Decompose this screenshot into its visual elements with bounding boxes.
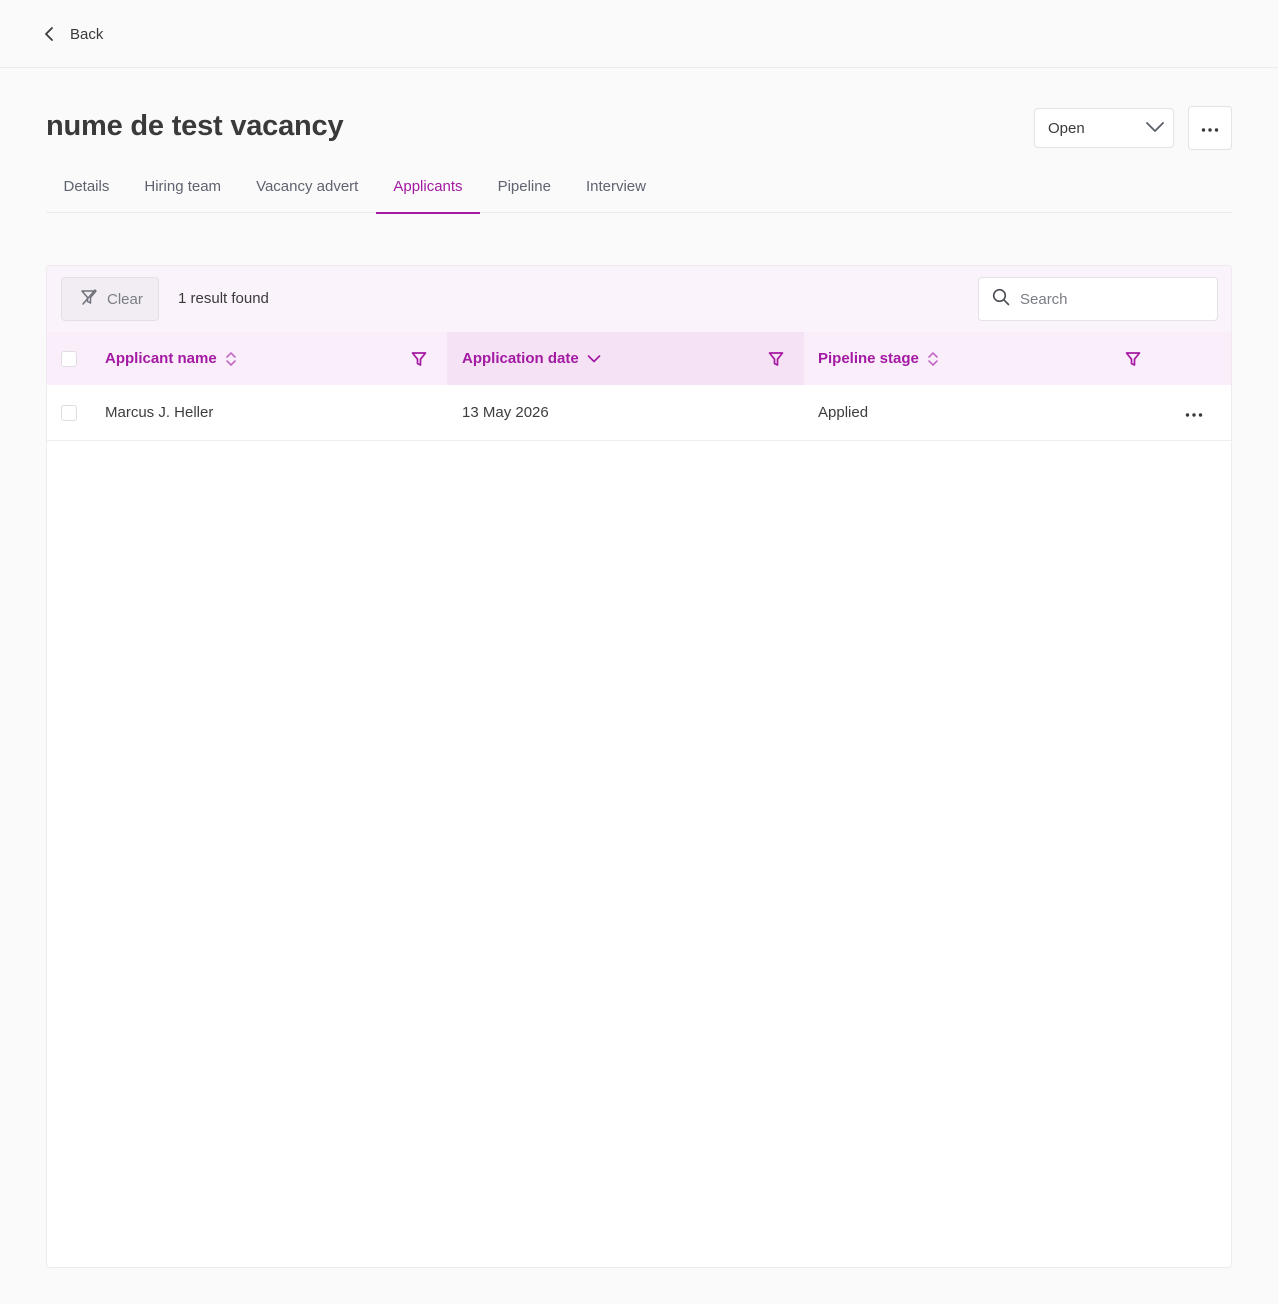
chevron-down-icon	[1145, 120, 1165, 137]
applicant-name-cell[interactable]: Marcus J. Heller	[90, 404, 447, 421]
status-value: Open	[1048, 119, 1085, 137]
tab-vacancy-advert[interactable]: Vacancy advert	[239, 164, 376, 213]
page-title: nume de test vacancy	[46, 110, 344, 142]
tab-pipeline[interactable]: Pipeline	[480, 164, 568, 213]
column-header-application-date: Application date	[447, 332, 804, 385]
table-row[interactable]: Marcus J. Heller 13 May 2026 Applied	[47, 385, 1231, 441]
row-actions-button[interactable]	[1161, 404, 1231, 422]
clear-filters-button[interactable]: Clear	[61, 277, 159, 321]
status-select[interactable]: Open	[1034, 108, 1174, 148]
application-date-cell: 13 May 2026	[462, 404, 549, 421]
tab-hiring-team[interactable]: Hiring team	[127, 164, 239, 213]
more-options-button[interactable]	[1188, 106, 1232, 150]
tab-applicants[interactable]: Applicants	[375, 164, 481, 214]
applicants-panel: Clear 1 result found Applicant name	[46, 265, 1232, 1268]
search-box	[978, 277, 1218, 321]
pipeline-stage-cell: Applied	[818, 404, 869, 421]
top-bar: Back	[0, 0, 1278, 68]
select-all-checkbox[interactable]	[60, 350, 77, 367]
filter-icon[interactable]	[411, 351, 427, 367]
column-header-pipeline-stage: Pipeline stage	[804, 332, 1161, 385]
table-toolbar: Clear 1 result found	[47, 266, 1231, 332]
tab-bar: Details Hiring team Vacancy advert Appli…	[46, 164, 1232, 214]
search-input[interactable]	[1020, 290, 1200, 308]
more-horizontal-icon	[1201, 119, 1219, 137]
clear-label: Clear	[107, 290, 143, 308]
row-checkbox[interactable]	[60, 404, 77, 421]
sort-icon[interactable]	[927, 350, 939, 368]
sort-icon[interactable]	[225, 350, 237, 368]
filter-clear-icon	[80, 288, 98, 310]
tab-interview[interactable]: Interview	[568, 164, 663, 213]
search-icon	[992, 288, 1010, 311]
back-label: Back	[70, 25, 104, 43]
result-count: 1 result found	[178, 290, 269, 307]
back-button[interactable]: Back	[44, 20, 103, 48]
table-header: Applicant name Application date Pipeline…	[47, 332, 1231, 385]
column-label[interactable]: Applicant name	[105, 350, 217, 367]
tab-details[interactable]: Details	[46, 164, 127, 213]
chevron-down-icon[interactable]	[587, 354, 601, 364]
column-label[interactable]: Pipeline stage	[818, 350, 919, 367]
more-horizontal-icon	[1185, 404, 1203, 422]
filter-icon[interactable]	[1125, 351, 1141, 367]
chevron-left-icon	[44, 26, 54, 42]
column-header-applicant-name: Applicant name	[90, 332, 447, 385]
column-label[interactable]: Application date	[462, 350, 579, 367]
filter-icon[interactable]	[768, 351, 784, 367]
